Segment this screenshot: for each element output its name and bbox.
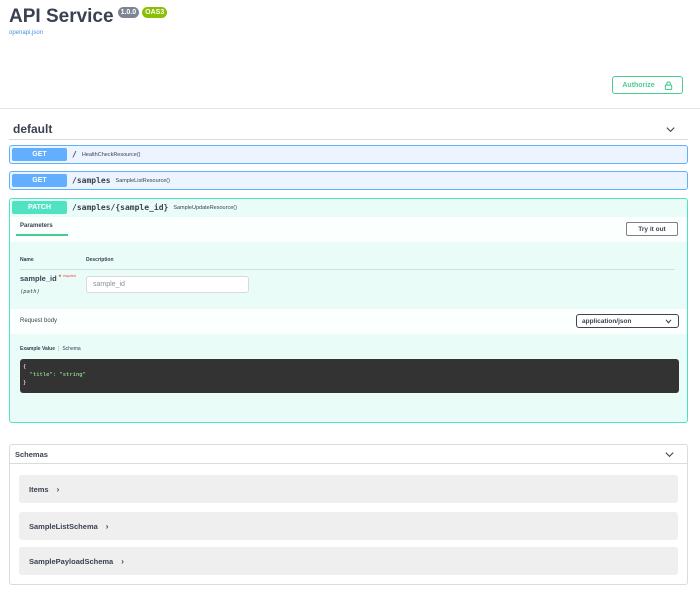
- param-name: sample_id * required: [20, 274, 76, 283]
- lock-icon: [664, 80, 672, 90]
- sample-id-input[interactable]: sample_id: [86, 276, 249, 293]
- column-header-description: Description: [86, 257, 114, 263]
- tab-example-value[interactable]: Example Value: [20, 346, 55, 352]
- operation-description: SampleUpdateResource(): [173, 204, 237, 211]
- chevron-down-icon[interactable]: [664, 449, 675, 460]
- schemas-title: Schemas: [15, 449, 48, 459]
- content-type-value: application/json: [582, 317, 632, 325]
- required-mark: *: [58, 275, 62, 281]
- operation-description: SampleListResource(): [115, 177, 170, 184]
- code-line: }: [23, 380, 27, 386]
- authorize-button[interactable]: Authorize: [612, 76, 683, 94]
- operation-path: /samples: [72, 176, 111, 185]
- schemas-section: Schemas Items › SampleListSchema › SampleP…: [9, 444, 688, 585]
- code-line: {: [23, 364, 27, 370]
- operation-path: /: [72, 150, 77, 159]
- spec-link[interactable]: openapi.json: [9, 30, 43, 36]
- page-title: API Service: [9, 6, 114, 27]
- schema-model-samplelistschema[interactable]: SampleListSchema ›: [19, 512, 678, 540]
- method-badge-patch: PATCH: [12, 201, 67, 214]
- tag-name: default: [13, 122, 53, 136]
- try-it-out-button[interactable]: Try it out: [626, 222, 678, 236]
- chevron-right-icon: ›: [121, 556, 124, 566]
- param-location: (path): [20, 289, 40, 295]
- tab-underline: [16, 234, 68, 236]
- model-name: SamplePayloadSchema: [29, 556, 114, 566]
- tag-default-header[interactable]: default: [9, 119, 688, 140]
- header-divider: [0, 108, 700, 109]
- model-name: SampleListSchema: [29, 521, 98, 531]
- chevron-right-icon: ›: [105, 521, 109, 531]
- tab-separator: |: [58, 346, 60, 352]
- operation-description: HealthCheckResource(): [81, 151, 141, 158]
- api-title-row: API Service 1.0.0 OAS3: [9, 6, 168, 28]
- tab-parameters[interactable]: Parameters: [20, 223, 53, 229]
- operation-path: /samples/{sample_id}: [72, 203, 169, 212]
- param-name-text: sample_id: [20, 274, 57, 283]
- operation-patch-sample: PATCH /samples/{sample_id} SampleUpdateR…: [9, 198, 688, 423]
- chevron-right-icon: ›: [56, 484, 60, 494]
- schema-model-items[interactable]: Items ›: [19, 475, 678, 503]
- schemas-header[interactable]: Schemas: [10, 445, 687, 464]
- method-badge-get: GET: [12, 148, 67, 161]
- example-code-block: { "title": "string"}: [20, 359, 679, 393]
- operation-get-root[interactable]: GET / HealthCheckResource(): [9, 145, 688, 164]
- operation-summary[interactable]: PATCH /samples/{sample_id} SampleUpdateR…: [10, 199, 687, 216]
- chevron-down-icon: [665, 318, 672, 324]
- chevron-down-icon[interactable]: [665, 124, 676, 135]
- code-line: "title": "string": [23, 372, 86, 378]
- operation-get-samples[interactable]: GET /samples SampleListResource(): [9, 171, 688, 190]
- column-divider: [20, 269, 675, 270]
- required-label: required: [63, 274, 76, 278]
- content-type-select[interactable]: application/json: [576, 314, 679, 328]
- model-name: Items: [29, 484, 49, 494]
- request-body-label: Request body: [20, 318, 58, 324]
- column-header-name: Name: [20, 257, 34, 263]
- method-badge-get: GET: [12, 174, 67, 187]
- parameters-bar: [10, 217, 687, 242]
- example-tabs: Example Value | Schema: [20, 346, 81, 352]
- oas-badge: OAS3: [142, 6, 168, 18]
- authorize-label: Authorize: [622, 81, 655, 89]
- schema-model-samplepayloadschema[interactable]: SamplePayloadSchema ›: [19, 547, 678, 575]
- version-badge: 1.0.0: [117, 6, 140, 18]
- tab-schema[interactable]: Schema: [62, 346, 80, 352]
